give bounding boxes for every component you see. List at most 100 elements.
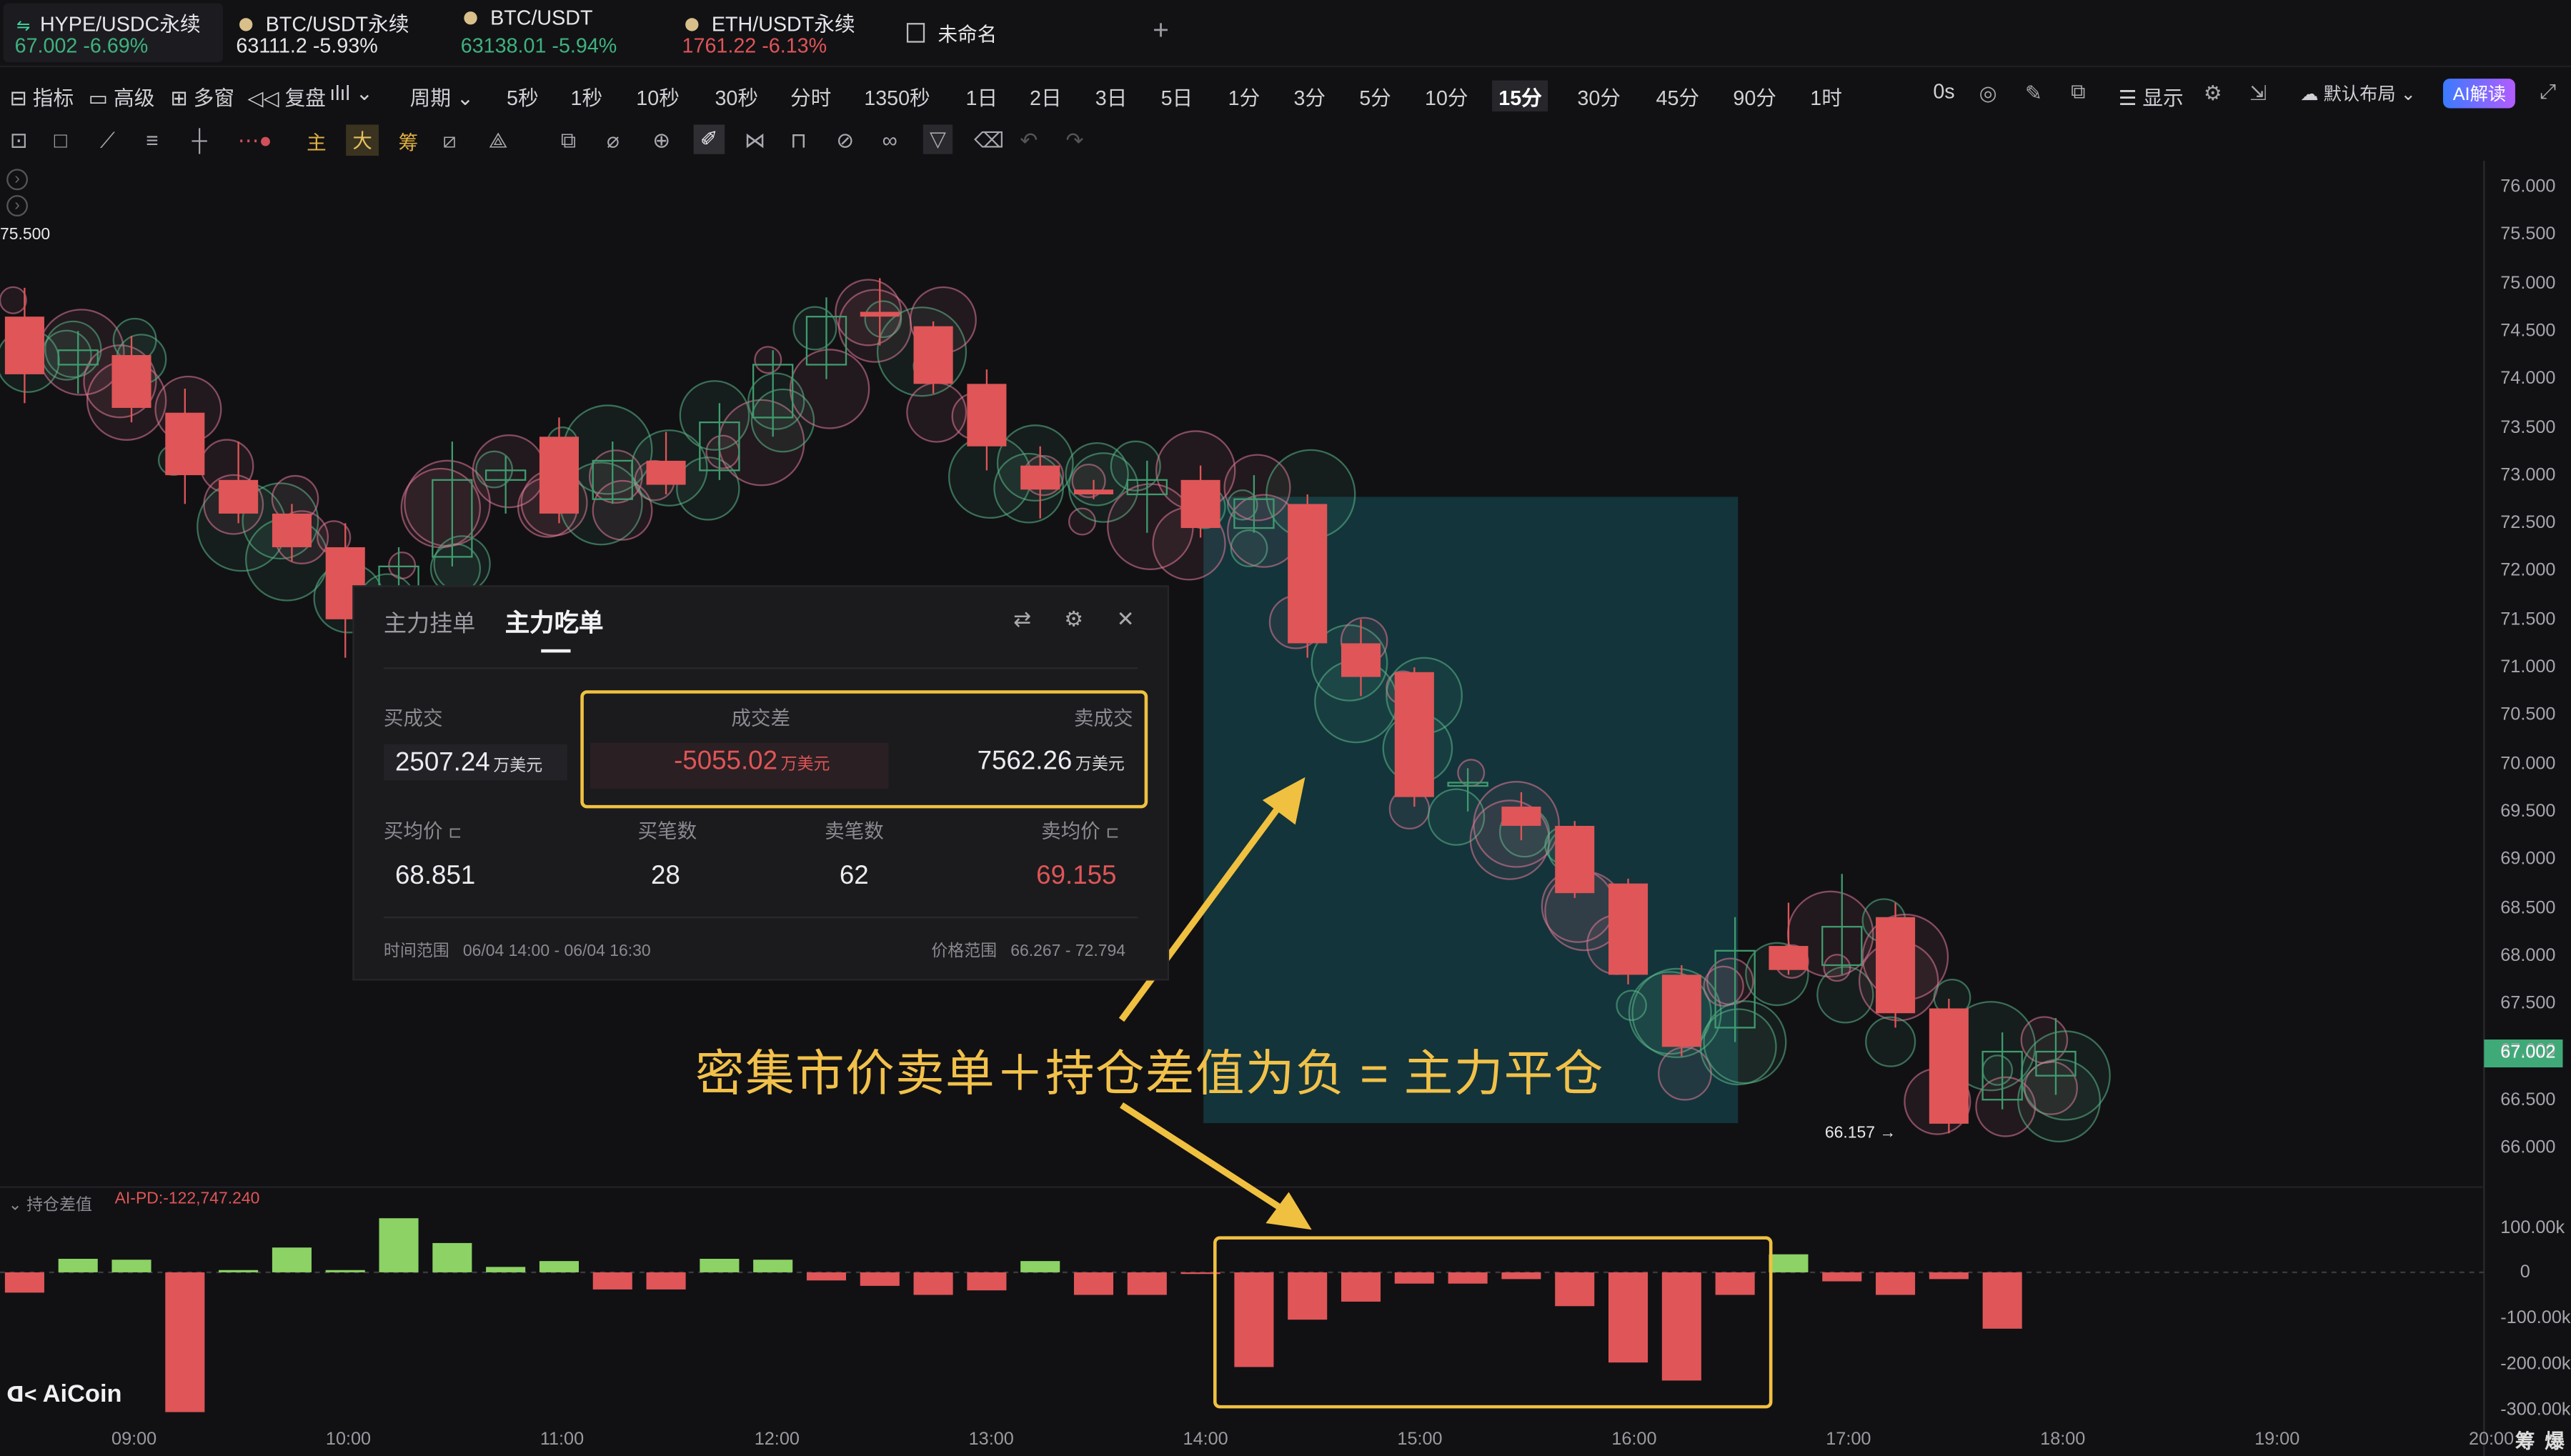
divider	[383, 916, 1138, 919]
candle-body	[860, 311, 900, 317]
candle-body	[165, 412, 205, 476]
settings-icon[interactable]: ⚙	[2204, 80, 2222, 105]
brush-icon[interactable]: ✐	[693, 124, 725, 154]
add-tab-button[interactable]: +	[1153, 15, 1169, 48]
sub-tick: -200.00k	[2500, 1354, 2571, 1375]
period-11[interactable]: 3分	[1293, 80, 1326, 111]
tab-pending-orders[interactable]: 主力挂单	[384, 607, 475, 639]
lock-icon[interactable]: ⊓	[790, 128, 807, 154]
undo-icon[interactable]: ↶	[1020, 128, 1038, 154]
symbol-tab-btc-perp[interactable]: BTC/USDT永续 63111.2 -5.93%	[236, 4, 452, 63]
replay-button[interactable]: ◁◁ 复盘	[247, 80, 325, 111]
period-10[interactable]: 1分	[1228, 80, 1260, 111]
logo-icon: ᗡ<	[6, 1382, 43, 1407]
advanced-button[interactable]: ▭ 高级	[89, 80, 155, 111]
measure-icon[interactable]: ⟁	[489, 128, 508, 154]
indicator-button[interactable]: ⊟ 指标	[10, 80, 74, 111]
position-diff-bar	[4, 1272, 44, 1293]
link-icon[interactable]: ∞	[882, 128, 897, 152]
compare-icon[interactable]: ⧄	[443, 128, 457, 154]
period-4[interactable]: 分时	[790, 80, 831, 111]
order-bubble	[433, 535, 491, 593]
timer-button[interactable]: 0s	[1933, 80, 1954, 103]
window-icon: ⊞	[170, 86, 194, 110]
sub-indicator-value: AI-PD:-122,747.240	[114, 1190, 260, 1209]
layout-tab-name: 未命名	[906, 20, 997, 48]
candle-body	[1020, 465, 1060, 490]
liquidation-button[interactable]: 爆	[2545, 1427, 2565, 1455]
camera-icon[interactable]: ◎	[1979, 80, 1997, 105]
period-3[interactable]: 30秒	[715, 80, 758, 111]
magnet-icon[interactable]: ⋈	[745, 128, 766, 154]
close-icon[interactable]: ✕	[1117, 607, 1135, 633]
big-order-toggle[interactable]: 大	[346, 124, 379, 156]
period-14[interactable]: 15分	[1492, 80, 1549, 112]
candle-body	[646, 460, 686, 485]
display-button[interactable]: ☰ 显示	[2119, 80, 2184, 111]
main-force-toggle[interactable]: 主	[307, 128, 327, 156]
period-8[interactable]: 3日	[1095, 80, 1128, 111]
multi-window-button[interactable]: ⊞ 多窗	[171, 80, 234, 111]
line-tool-icon[interactable]: ⟋	[100, 128, 115, 154]
position-diff-bar	[486, 1267, 526, 1272]
period-dropdown[interactable]: 周期 ⌄	[410, 80, 474, 111]
price-tick: 74.500	[2500, 321, 2556, 341]
price-tick: 74.000	[2500, 369, 2556, 389]
rectangle-tool-icon[interactable]: □	[54, 128, 67, 152]
tab-taker-orders[interactable]: 主力吃单	[505, 605, 604, 639]
time-range: 时间范围 06/04 14:00 - 06/04 16:30	[383, 942, 651, 961]
ai-interpret-button[interactable]: AI解读	[2442, 79, 2516, 109]
layout-tab[interactable]: 未命名	[906, 4, 1055, 63]
time-tick: 09:00	[111, 1430, 157, 1450]
filter-icon[interactable]: ▽	[923, 124, 953, 154]
sub-tick: -100.00k	[2500, 1308, 2571, 1328]
hide-icon[interactable]: ⊘	[836, 128, 854, 154]
diff-label: 成交差	[731, 707, 791, 730]
period-2[interactable]: 10秒	[636, 80, 680, 111]
cursor-icon[interactable]: ⊡	[10, 128, 28, 154]
sub-tick: 0	[2520, 1262, 2530, 1282]
period-5[interactable]: 1350秒	[864, 80, 930, 111]
period-17[interactable]: 90分	[1733, 80, 1776, 111]
copy-icon[interactable]: ⧉	[561, 128, 576, 154]
symbol-tab-name: BTC/USDT永续	[239, 6, 409, 38]
period-0[interactable]: 5秒	[507, 80, 539, 111]
period-18[interactable]: 1时	[1810, 80, 1842, 111]
ruler-icon[interactable]: ⌀	[607, 128, 620, 154]
position-diff-bar	[1341, 1272, 1381, 1302]
sub-indicator-title[interactable]: ⌄ 持仓差值	[8, 1190, 91, 1215]
parallel-tool-icon[interactable]: ≡	[146, 128, 158, 152]
time-tick: 13:00	[968, 1430, 1014, 1450]
period-7[interactable]: 2日	[1030, 80, 1062, 111]
symbol-tab-hype[interactable]: ⇋ HYPE/USDC永续 67.002 -6.69%	[3, 3, 224, 63]
period-1[interactable]: 1秒	[571, 80, 603, 111]
position-diff-bar	[111, 1260, 151, 1272]
export-icon[interactable]: ⧉	[2071, 80, 2086, 104]
zoom-icon[interactable]: ⊕	[652, 128, 670, 154]
order-bubble	[754, 346, 782, 374]
tag-icon: ⊏	[1105, 824, 1120, 843]
swap-icon[interactable]: ⇄	[1013, 607, 1031, 633]
trash-icon[interactable]: ⌫	[974, 128, 1004, 154]
horizontal-line-icon[interactable]: ┼	[192, 128, 207, 152]
symbol-tab-price: 1761.22 -6.13%	[682, 34, 827, 58]
symbol-tab-btc-spot[interactable]: BTC/USDT 63138.01 -5.94%	[461, 4, 677, 63]
period-16[interactable]: 45分	[1656, 80, 1700, 111]
period-9[interactable]: 5日	[1161, 80, 1193, 111]
period-12[interactable]: 5分	[1359, 80, 1391, 111]
compress-icon[interactable]: ⇲	[2249, 80, 2267, 105]
pen-icon[interactable]: ✎	[2025, 80, 2042, 105]
chip-button[interactable]: 筹	[2515, 1427, 2535, 1455]
coin-icon	[239, 18, 253, 31]
chip-toggle[interactable]: 筹	[399, 128, 419, 156]
redo-icon[interactable]: ↷	[1065, 128, 1083, 154]
period-6[interactable]: 1日	[966, 80, 998, 111]
default-layout-button[interactable]: ☁ 默认布局 ⌄	[2300, 80, 2415, 106]
symbol-tab-eth-perp[interactable]: ETH/USDT永续 1761.22 -6.13%	[682, 4, 898, 63]
settings-icon[interactable]: ⚙	[1064, 607, 1083, 633]
chart-type-button[interactable]: ılıl ⌄	[329, 80, 373, 105]
period-15[interactable]: 30分	[1577, 80, 1621, 111]
expand-icon[interactable]: ⤢	[2540, 80, 2556, 104]
ray-tool-icon[interactable]: ⋯●	[238, 128, 272, 154]
period-13[interactable]: 10分	[1425, 80, 1468, 111]
